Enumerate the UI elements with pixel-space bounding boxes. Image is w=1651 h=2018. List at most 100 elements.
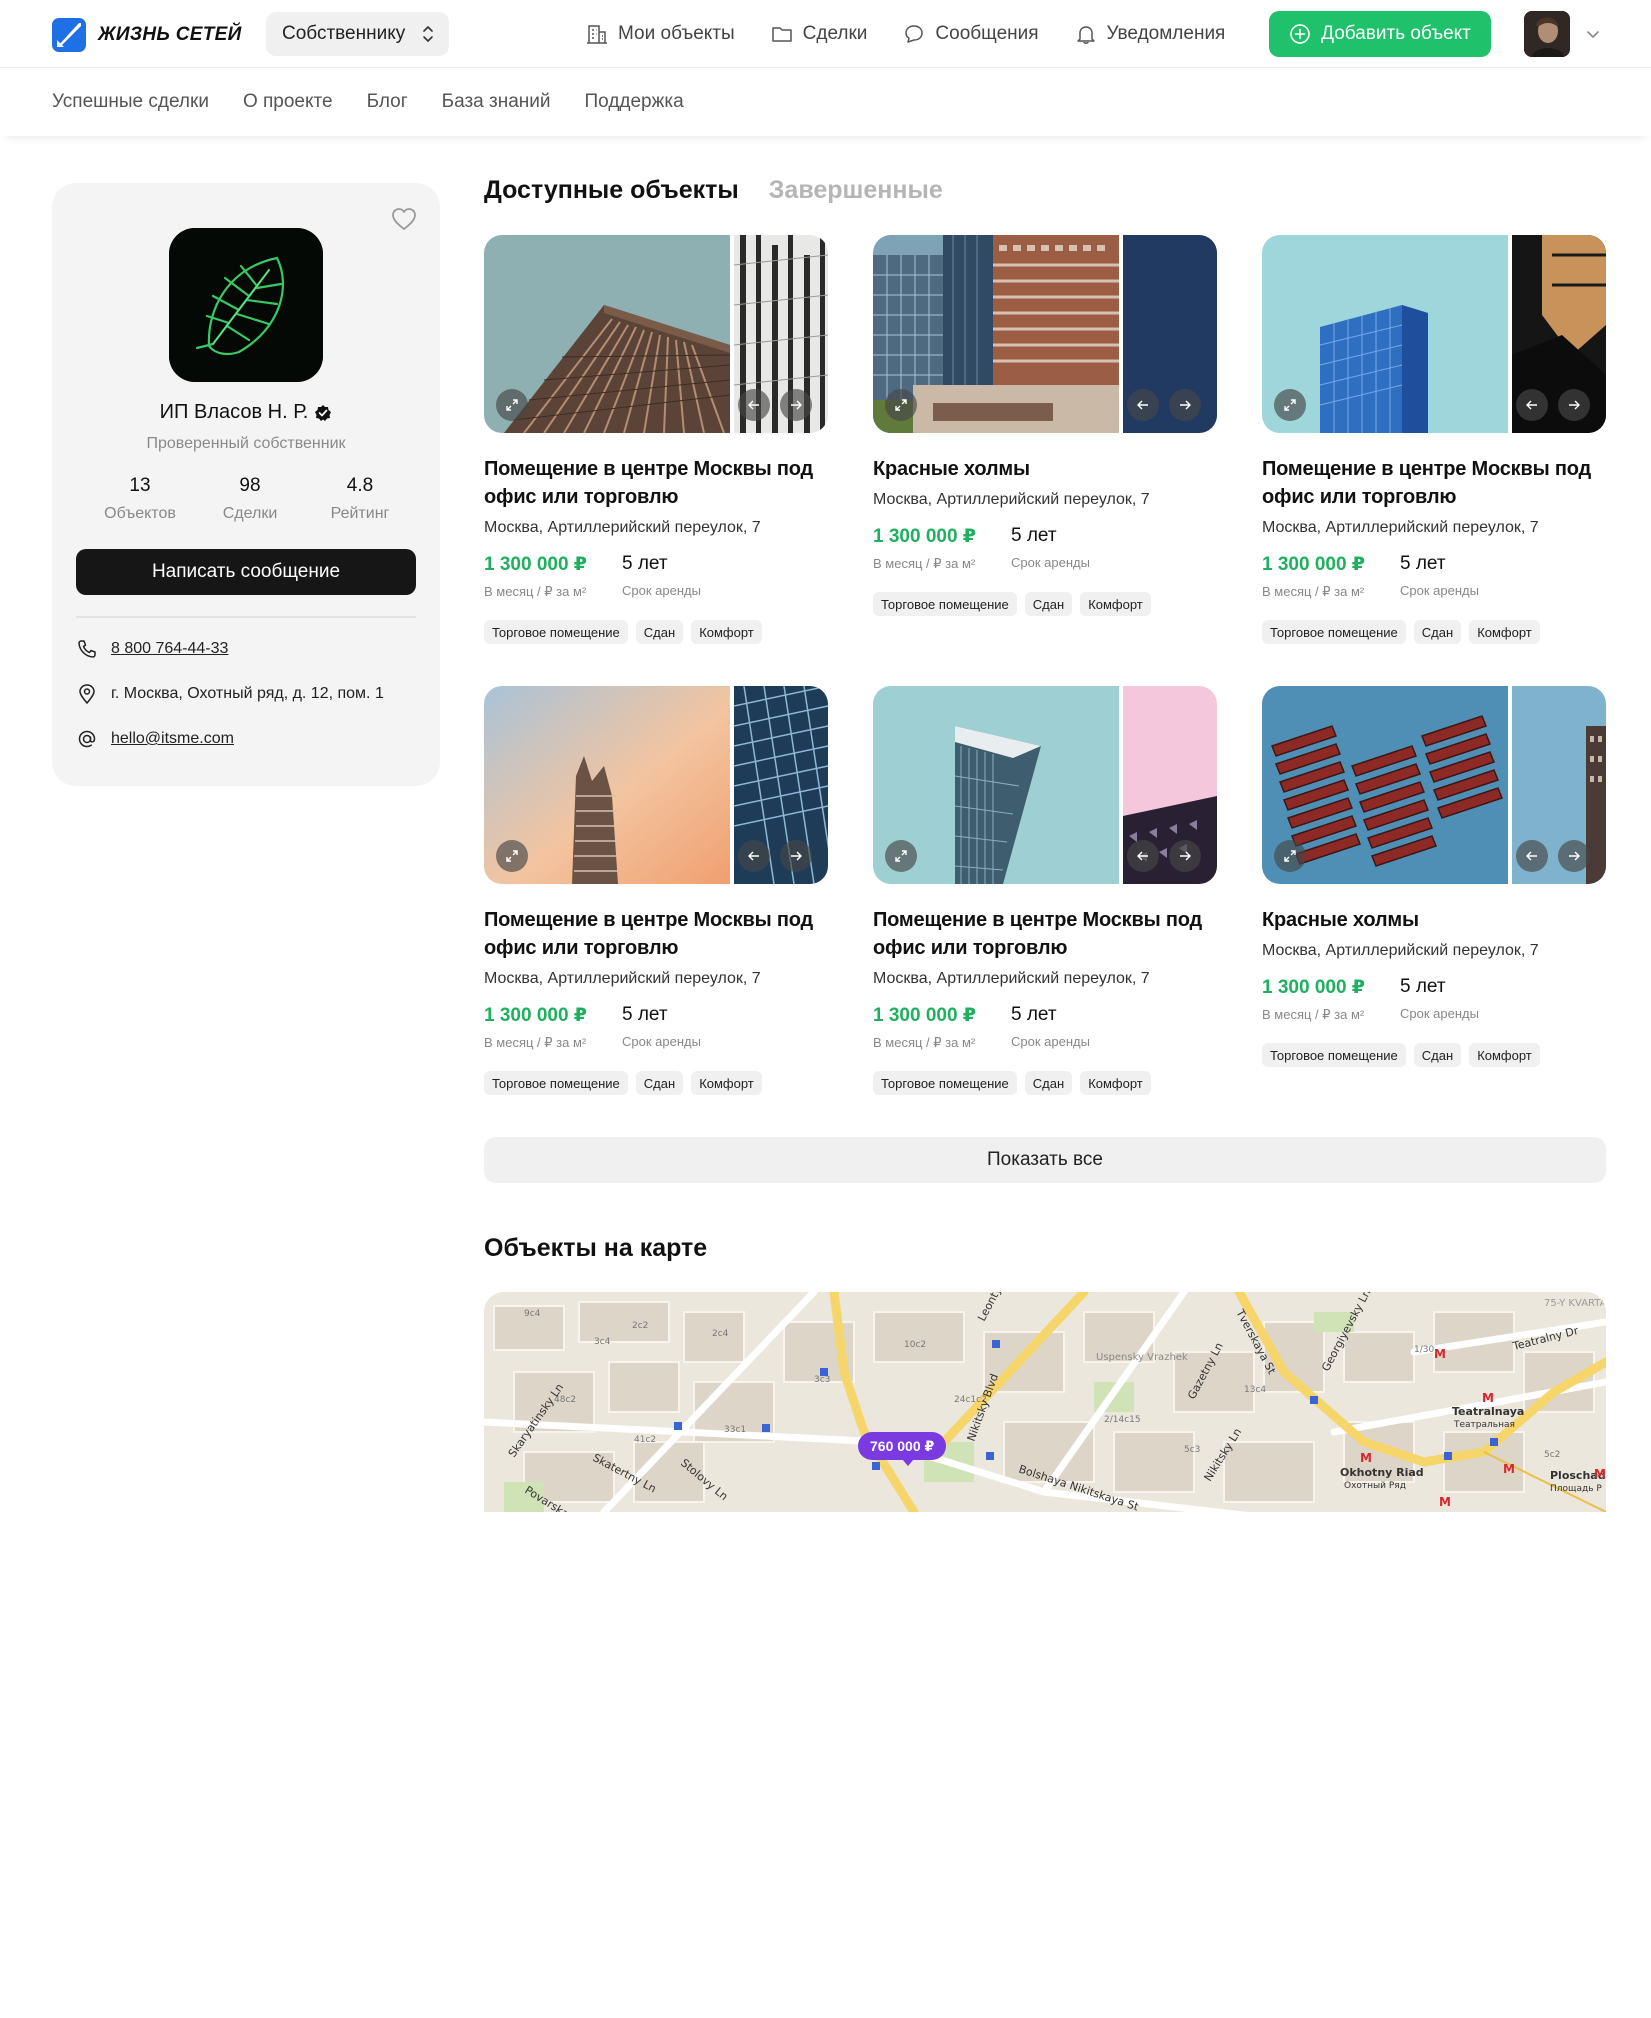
listing-card[interactable]: Красные холмы Москва, Артиллерийский пер… <box>1262 686 1606 1067</box>
bell-icon <box>1076 26 1095 44</box>
subnav-success-deals[interactable]: Успешные сделки <box>52 91 209 113</box>
svg-text:33c1: 33c1 <box>724 1425 746 1435</box>
price-caption: В месяц / ₽ за м² <box>484 584 587 599</box>
prev-photo-button[interactable] <box>738 840 770 872</box>
next-photo-button[interactable] <box>1169 389 1201 421</box>
listing-tags: Торговое помещение Сдан Комфорт <box>484 1071 828 1095</box>
expand-button[interactable] <box>1274 389 1306 421</box>
plus-circle-icon <box>1290 24 1310 44</box>
listing-price-block: 1 300 000 ₽ В месяц / ₽ за м² 5 лет Срок а… <box>484 1004 828 1051</box>
listing-title[interactable]: Помещение в центре Москвы под офис или т… <box>484 455 828 511</box>
nav-label: Уведомления <box>1106 23 1226 44</box>
listing-address: Москва, Артиллерийский переулок, 7 <box>484 970 761 987</box>
expand-button[interactable] <box>1274 840 1306 872</box>
nav-my-objects[interactable]: Мои объекты <box>586 23 735 45</box>
nav-deals[interactable]: Сделки <box>771 23 867 45</box>
tab-completed[interactable]: Завершенные <box>769 176 943 205</box>
tag: Сдан <box>1024 592 1073 616</box>
user-avatar[interactable] <box>1524 11 1570 57</box>
subnav-knowledge-base[interactable]: База знаний <box>442 91 551 113</box>
tag: Сдан <box>1413 1043 1462 1067</box>
next-photo-button[interactable] <box>780 389 812 421</box>
main-nav: Мои объекты Сделки Сообщения Уведомления <box>586 0 1261 68</box>
prev-photo-button[interactable] <box>1127 389 1159 421</box>
secondary-nav: Успешные сделки О проекте Блог База знан… <box>0 68 1651 136</box>
map-price-pin[interactable]: 760 000 ₽ <box>858 1432 947 1466</box>
listing-card[interactable]: Помещение в центре Москвы под офис или т… <box>484 235 828 644</box>
add-object-label: Добавить объект <box>1321 23 1471 44</box>
top-header: ЖИЗНЬ СЕТЕЙ Собственнику Мои объекты Сде… <box>0 0 1651 68</box>
subnav-about[interactable]: О проекте <box>243 91 333 113</box>
add-object-button[interactable]: Добавить объект <box>1269 11 1491 57</box>
listing-card[interactable]: Красные холмы Москва, Артиллерийский пер… <box>873 235 1217 616</box>
listing-card[interactable]: Помещение в центре Москвы под офис или т… <box>1262 235 1606 644</box>
svg-text:10c2: 10c2 <box>904 1340 926 1350</box>
prev-photo-button[interactable] <box>1516 840 1548 872</box>
listing-price: 1 300 000 ₽ <box>484 1005 588 1026</box>
map-label: Площадь Р <box>1550 1484 1602 1494</box>
arrow-left-icon <box>1137 400 1148 410</box>
photo-gallery <box>484 686 828 884</box>
prev-photo-button[interactable] <box>738 389 770 421</box>
arrow-left-icon <box>1526 851 1537 861</box>
objects-map[interactable]: 9c4 3c4 2c2 2c4 48c2 41c2 33c1 3c3 10c2 24c1c2 2/1… <box>484 1292 1606 1512</box>
svg-text:M: M <box>1439 1495 1451 1509</box>
tab-available[interactable]: Доступные объекты <box>484 176 739 205</box>
photo-gallery <box>484 235 828 433</box>
email-link[interactable]: hello@itsme.com <box>111 730 234 748</box>
next-photo-button[interactable] <box>780 840 812 872</box>
nav-messages[interactable]: Сообщения <box>903 23 1039 45</box>
owner-stats: 13 Объектов 98 Сделки 4.8 Рейтинг <box>90 475 410 523</box>
show-all-button[interactable]: Показать все <box>484 1137 1606 1183</box>
owner-status: Проверенный собственник <box>146 435 346 452</box>
expand-button[interactable] <box>885 840 917 872</box>
write-message-button[interactable]: Написать сообщение <box>76 549 416 595</box>
term-caption: Срок аренды <box>622 583 701 598</box>
chevron-down-icon[interactable] <box>1585 26 1601 42</box>
owner-avatar <box>169 228 323 382</box>
arrow-right-icon <box>1569 400 1580 410</box>
term-caption: Срок аренды <box>1400 1006 1479 1021</box>
listing-title[interactable]: Помещение в центре Москвы под офис или т… <box>484 906 828 962</box>
listing-tags: Торговое помещение Сдан Комфорт <box>1262 620 1606 644</box>
heart-icon[interactable] <box>390 205 418 233</box>
subnav-blog[interactable]: Блог <box>367 91 408 113</box>
svg-text:5c3: 5c3 <box>1184 1445 1200 1455</box>
map-label: Uspensky Vrazhek <box>1096 1352 1188 1363</box>
photo-gallery <box>873 235 1217 433</box>
lease-term: 5 лет <box>1400 553 1446 574</box>
next-photo-button[interactable] <box>1558 389 1590 421</box>
tag: Сдан <box>1413 620 1462 644</box>
svg-text:9c4: 9c4 <box>524 1309 541 1319</box>
listing-card[interactable]: Помещение в центре Москвы под офис или т… <box>873 686 1217 1095</box>
listing-title[interactable]: Помещение в центре Москвы под офис или т… <box>1262 455 1606 511</box>
expand-button[interactable] <box>885 389 917 421</box>
building-icon <box>587 25 607 44</box>
next-photo-button[interactable] <box>1558 840 1590 872</box>
subnav-support[interactable]: Поддержка <box>585 91 684 113</box>
listing-address: Москва, Артиллерийский переулок, 7 <box>873 970 1150 987</box>
listing-title[interactable]: Красные холмы <box>873 455 1217 483</box>
nav-notifications[interactable]: Уведомления <box>1075 23 1226 45</box>
svg-text:41c2: 41c2 <box>634 1435 656 1445</box>
logo[interactable]: ЖИЗНЬ СЕТЕЙ <box>52 18 242 52</box>
role-select[interactable]: Собственнику <box>266 12 450 56</box>
expand-button[interactable] <box>496 389 528 421</box>
next-photo-button[interactable] <box>1169 840 1201 872</box>
map-canvas: 9c43c42c22c448c241c233c13c310c224c1c22/1… <box>484 1292 1606 1512</box>
expand-icon <box>506 850 518 862</box>
listing-price: 1 300 000 ₽ <box>873 1005 977 1026</box>
tag: Комфорт <box>1469 620 1540 644</box>
expand-button[interactable] <box>496 840 528 872</box>
phone-link[interactable]: 8 800 764-44-33 <box>111 640 228 658</box>
stat-objects: 13 Объектов <box>90 475 190 523</box>
tag: Комфорт <box>1080 1071 1151 1095</box>
prev-photo-button[interactable] <box>1127 840 1159 872</box>
listing-title[interactable]: Помещение в центре Москвы под офис или т… <box>873 906 1217 962</box>
arrow-right-icon <box>1180 851 1191 861</box>
phone-icon <box>78 640 96 658</box>
listing-title[interactable]: Красные холмы <box>1262 906 1606 934</box>
prev-photo-button[interactable] <box>1516 389 1548 421</box>
listing-card[interactable]: Помещение в центре Москвы под офис или т… <box>484 686 828 1095</box>
stat-label: Рейтинг <box>330 505 390 522</box>
